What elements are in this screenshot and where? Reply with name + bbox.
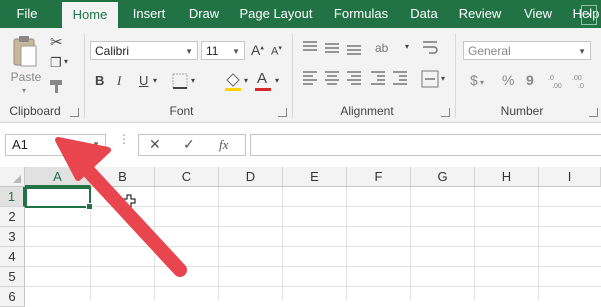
annotation-arrow-icon (55, 137, 187, 277)
